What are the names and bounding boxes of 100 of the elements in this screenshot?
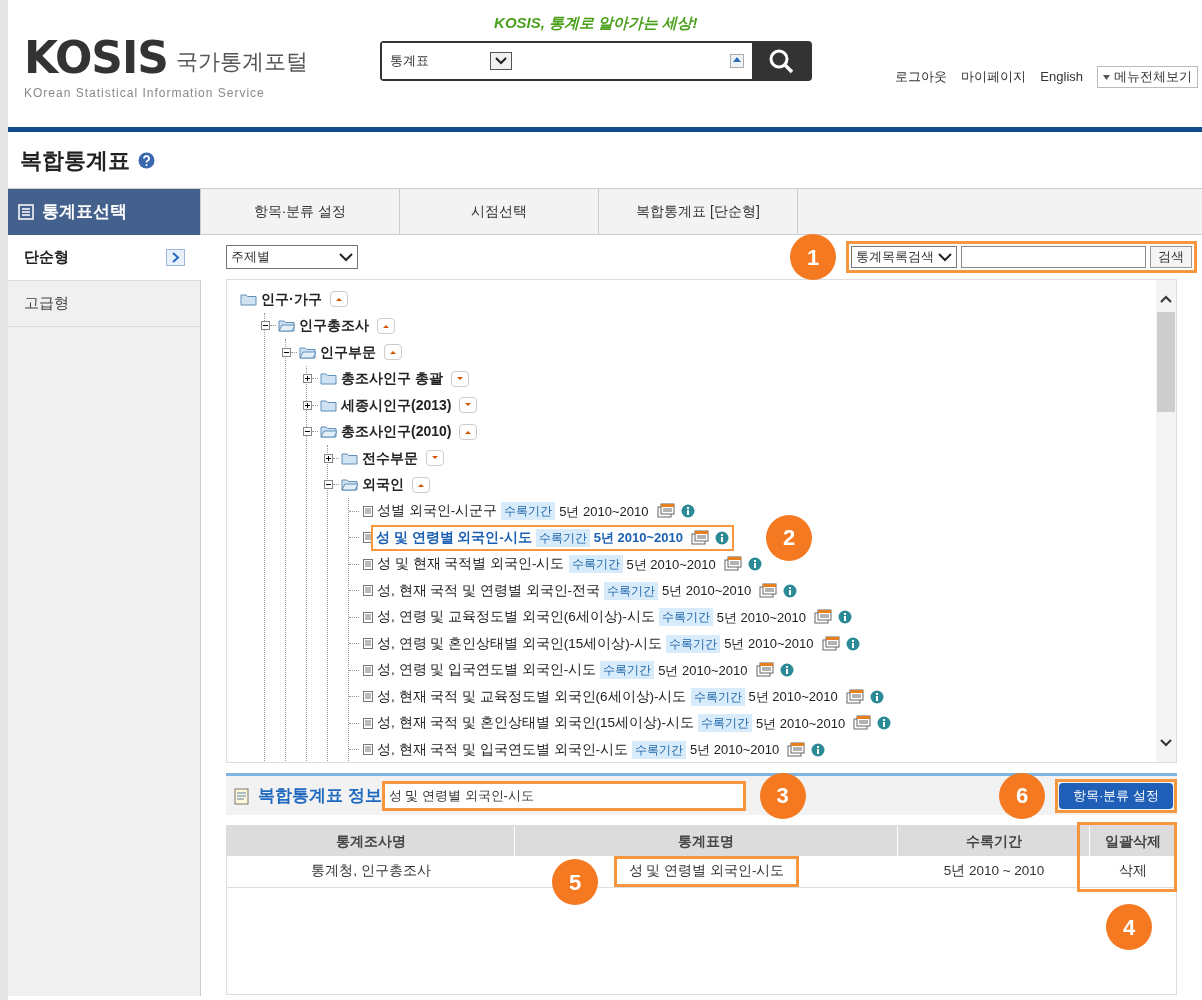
- caret-down-icon: [464, 402, 473, 409]
- search-icon: [767, 47, 794, 74]
- help-icon[interactable]: [138, 151, 155, 169]
- caret-down-icon: [455, 375, 464, 382]
- expand-icon[interactable]: [324, 453, 333, 463]
- search-button[interactable]: [751, 42, 810, 79]
- delete-link[interactable]: 삭제: [1119, 861, 1147, 882]
- table-view-icon[interactable]: [787, 741, 808, 758]
- header-link[interactable]: 마이페이지: [961, 67, 1027, 87]
- chevron-up-icon[interactable]: [1159, 294, 1173, 304]
- tab[interactable]: 항목·분류 설정: [201, 189, 400, 234]
- tree-folder-label[interactable]: 인구총조사: [299, 315, 369, 337]
- info-icon[interactable]: [877, 716, 892, 731]
- table-link[interactable]: 성 및 연령별 외국인-시도: [376, 527, 532, 548]
- table-link[interactable]: 성, 현재 국적 및 교육정도별 외국인(6세이상)-시도: [377, 686, 687, 707]
- search-button[interactable]: 검색: [1150, 246, 1192, 268]
- sidebar-title: 통계표선택: [42, 201, 127, 224]
- sidebar-item[interactable]: 단순형: [8, 235, 201, 281]
- info-icon[interactable]: [715, 530, 730, 545]
- chevron-right-icon[interactable]: [166, 249, 185, 266]
- info-icon[interactable]: [783, 583, 798, 598]
- search-scope-select[interactable]: 통계목록검색: [851, 246, 957, 268]
- search-bar[interactable]: 통계표: [379, 40, 812, 81]
- table-view-icon[interactable]: [755, 662, 776, 679]
- table-link[interactable]: 성, 연령 및 혼인상태별 외국인(15세이상)-시도: [377, 633, 663, 654]
- tab[interactable]: 시점선택: [400, 189, 599, 234]
- tree-folder-label[interactable]: 총조사인구(2010): [341, 421, 452, 443]
- period-text: 5년 2010~2010: [756, 714, 846, 733]
- folder-icon: [320, 398, 337, 412]
- table-link[interactable]: 성, 연령 및 입국연도별 외국인-시도: [377, 660, 597, 681]
- period-text: 5년 2010~2010: [716, 608, 807, 627]
- tree-folder-label[interactable]: 외국인: [362, 474, 404, 496]
- tab[interactable]: 복합통계표 [단순형]: [599, 189, 798, 234]
- item-setting-button[interactable]: 항목·분류 설정: [1059, 782, 1173, 809]
- table-view-icon[interactable]: [845, 688, 866, 705]
- collapse-icon[interactable]: [303, 427, 312, 437]
- document-icon: [363, 638, 373, 650]
- column-header: 통계조사명: [227, 826, 515, 856]
- info-icon[interactable]: [779, 663, 794, 678]
- callout-number: 6: [999, 772, 1046, 819]
- period-tag: 수록기간: [632, 740, 686, 759]
- table-view-icon[interactable]: [853, 715, 874, 732]
- table-view-icon[interactable]: [821, 635, 842, 652]
- table-cell-text: 5년 2010 ~ 2010: [943, 862, 1045, 881]
- table-link[interactable]: 성 및 현재 국적별 외국인-시도: [377, 554, 565, 575]
- info-icon[interactable]: [747, 557, 762, 572]
- callout-number: 3: [759, 772, 806, 819]
- collapse-icon[interactable]: [324, 480, 333, 490]
- menu-button[interactable]: 메뉴전체보기: [1097, 66, 1198, 88]
- period-text: 5년 2010~2010: [690, 741, 780, 759]
- dropdown-icon[interactable]: [489, 51, 512, 70]
- period-tag: 수록기간: [600, 661, 655, 680]
- info-icon[interactable]: [869, 689, 884, 704]
- chevron-down-icon[interactable]: [1159, 738, 1173, 748]
- table-cell-text: 통계청, 인구총조사: [311, 862, 431, 881]
- scrollbar[interactable]: [1156, 280, 1176, 762]
- period-tag: 수록기간: [698, 714, 752, 733]
- chevron-down-icon: [339, 252, 353, 262]
- table-cell: 성 및 연령별 외국인-시도: [613, 856, 800, 887]
- header-link[interactable]: 로그아웃: [895, 67, 948, 87]
- search-input[interactable]: [961, 246, 1146, 268]
- tree-folder-label[interactable]: 인구·가구: [261, 288, 322, 310]
- info-icon[interactable]: [838, 610, 853, 625]
- period-text: 5년 2010~2010: [559, 502, 649, 521]
- callout-number: 4: [1106, 904, 1152, 950]
- collapse-icon[interactable]: [261, 321, 270, 331]
- expand-icon[interactable]: [303, 374, 312, 384]
- period-tag: 수록기간: [658, 608, 713, 627]
- table-link[interactable]: 성, 연령 및 교육정도별 외국인(6세이상)-시도: [377, 607, 655, 628]
- logo[interactable]: KOSIS: [24, 36, 168, 80]
- tree-folder-label[interactable]: 전수부문: [362, 447, 418, 469]
- table-name-field[interactable]: 성 및 연령별 외국인-시도: [381, 780, 746, 811]
- header-link[interactable]: English: [1040, 67, 1083, 87]
- callout-number: 2: [766, 514, 813, 561]
- tree-folder-label[interactable]: 인구부문: [320, 341, 376, 363]
- category-select[interactable]: 주제별: [226, 245, 358, 269]
- info-icon[interactable]: [811, 742, 826, 757]
- column-header: 일괄삭제: [1090, 826, 1176, 856]
- tree-folder-label[interactable]: 세종시인구(2013): [341, 394, 452, 416]
- expand-icon[interactable]: [303, 400, 312, 410]
- open-folder-icon: [278, 319, 295, 333]
- info-icon[interactable]: [845, 636, 860, 651]
- collapse-icon[interactable]: [282, 347, 291, 357]
- document-icon: [363, 744, 373, 756]
- table-link[interactable]: 성별 외국인-시군구: [377, 501, 498, 522]
- table-link[interactable]: 성, 현재 국적 및 연령별 외국인-전국: [377, 580, 600, 601]
- table-view-icon[interactable]: [656, 503, 677, 520]
- table-link[interactable]: 성, 현재 국적 및 혼인상태별 외국인(15세이상)-시도: [377, 713, 694, 734]
- search-scope-select[interactable]: 통계표: [389, 50, 490, 71]
- scrollbar-thumb[interactable]: [1157, 312, 1175, 412]
- table-link[interactable]: 성, 현재 국적 및 입국연도별 외국인-시도: [377, 739, 628, 760]
- table-view-icon[interactable]: [691, 529, 712, 546]
- tree-folder-label[interactable]: 총조사인구 총괄: [341, 368, 443, 390]
- document-icon: [363, 505, 373, 517]
- table-view-icon[interactable]: [814, 609, 835, 626]
- table-view-icon[interactable]: [723, 556, 744, 573]
- table-view-icon[interactable]: [759, 582, 780, 599]
- document-icon: [363, 611, 373, 623]
- logo-subtitle: 국가통계포털: [175, 48, 308, 76]
- info-icon[interactable]: [680, 504, 695, 519]
